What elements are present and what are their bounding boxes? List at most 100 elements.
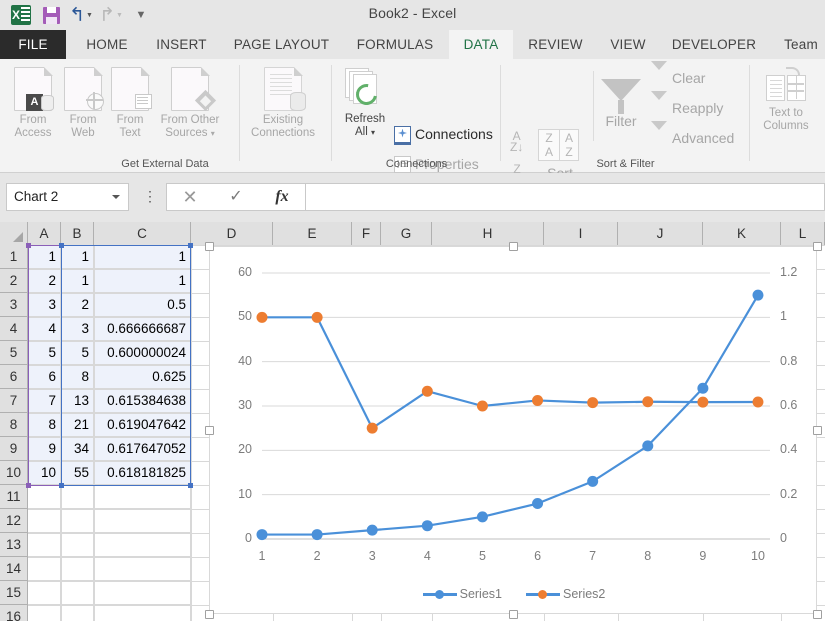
ribbon-tab-home[interactable]: HOME <box>66 30 148 59</box>
cell-A4[interactable]: 4 <box>28 317 61 341</box>
column-header-C[interactable]: C <box>94 222 191 245</box>
cell-C16[interactable] <box>94 605 191 621</box>
row-header-11[interactable]: 11 <box>0 485 28 509</box>
filter-button[interactable]: Filter <box>597 71 645 128</box>
ribbon-tab-file[interactable]: FILE <box>0 30 66 59</box>
row-header-15[interactable]: 15 <box>0 581 28 605</box>
row-header-7[interactable]: 7 <box>0 389 28 413</box>
ribbon-tab-data[interactable]: DATA <box>449 30 513 59</box>
row-header-13[interactable]: 13 <box>0 533 28 557</box>
cell-B9[interactable]: 34 <box>61 437 94 461</box>
from-other-sources-button[interactable]: From Other Sources ▾ <box>144 66 236 140</box>
chart-resize-handle[interactable] <box>813 242 822 251</box>
row-header-4[interactable]: 4 <box>0 317 28 341</box>
cell-C10[interactable]: 0.618181825 <box>94 461 191 485</box>
legend-item[interactable]: Series2 <box>526 587 605 601</box>
chart-resize-handle[interactable] <box>205 426 214 435</box>
cell-C5[interactable]: 0.600000024 <box>94 341 191 365</box>
cell-C2[interactable]: 1 <box>94 269 191 293</box>
column-header-I[interactable]: I <box>544 222 618 245</box>
column-header-A[interactable]: A <box>28 222 61 245</box>
text-to-columns-button[interactable]: Text to Columns <box>752 67 820 133</box>
cell-A8[interactable]: 8 <box>28 413 61 437</box>
cell-C4[interactable]: 0.666666687 <box>94 317 191 341</box>
row-header-1[interactable]: 1 <box>0 245 28 269</box>
row-header-14[interactable]: 14 <box>0 557 28 581</box>
column-header-D[interactable]: D <box>191 222 273 245</box>
selection-handle[interactable] <box>26 483 31 488</box>
cell-A15[interactable] <box>28 581 61 605</box>
cell-B16[interactable] <box>61 605 94 621</box>
cell-B2[interactable]: 1 <box>61 269 94 293</box>
chart-resize-handle[interactable] <box>509 242 518 251</box>
column-header-K[interactable]: K <box>703 222 781 245</box>
cell-A14[interactable] <box>28 557 61 581</box>
cell-A12[interactable] <box>28 509 61 533</box>
row-header-8[interactable]: 8 <box>0 413 28 437</box>
cell-A7[interactable]: 7 <box>28 389 61 413</box>
cell-A6[interactable]: 6 <box>28 365 61 389</box>
cell-C9[interactable]: 0.617647052 <box>94 437 191 461</box>
selection-handle[interactable] <box>188 483 193 488</box>
chart-resize-handle[interactable] <box>813 426 822 435</box>
select-all-button[interactable] <box>0 222 28 245</box>
row-header-12[interactable]: 12 <box>0 509 28 533</box>
row-header-3[interactable]: 3 <box>0 293 28 317</box>
cell-B11[interactable] <box>61 485 94 509</box>
chart-resize-handle[interactable] <box>509 610 518 619</box>
cell-C14[interactable] <box>94 557 191 581</box>
cell-B4[interactable]: 3 <box>61 317 94 341</box>
row-header-2[interactable]: 2 <box>0 269 28 293</box>
row-header-10[interactable]: 10 <box>0 461 28 485</box>
cell-B10[interactable]: 55 <box>61 461 94 485</box>
row-header-5[interactable]: 5 <box>0 341 28 365</box>
advanced-button[interactable]: Advanced <box>651 120 734 149</box>
chart-resize-handle[interactable] <box>205 610 214 619</box>
refresh-all-button[interactable]: Refresh All ▾ <box>334 67 396 139</box>
column-header-E[interactable]: E <box>273 222 352 245</box>
cell-C1[interactable]: 1 <box>94 245 191 269</box>
cell-B1[interactable]: 1 <box>61 245 94 269</box>
formula-input[interactable] <box>306 183 825 211</box>
cell-A2[interactable]: 2 <box>28 269 61 293</box>
column-header-H[interactable]: H <box>432 222 544 245</box>
ribbon-tab-insert[interactable]: INSERT <box>148 30 215 59</box>
column-header-J[interactable]: J <box>618 222 703 245</box>
cell-A11[interactable] <box>28 485 61 509</box>
row-header-9[interactable]: 9 <box>0 437 28 461</box>
cell-C7[interactable]: 0.615384638 <box>94 389 191 413</box>
clear-button[interactable]: Clear <box>651 60 705 89</box>
insert-function-icon[interactable]: fx <box>259 184 305 210</box>
cell-A1[interactable]: 1 <box>28 245 61 269</box>
cell-C11[interactable] <box>94 485 191 509</box>
name-box[interactable]: Chart 2 <box>6 183 129 211</box>
chart-resize-handle[interactable] <box>813 610 822 619</box>
sort-a-to-z-button[interactable]: A Z↓ <box>510 130 523 153</box>
cancel-icon[interactable]: ✕ <box>167 184 213 210</box>
cell-A9[interactable]: 9 <box>28 437 61 461</box>
enter-icon[interactable]: ✓ <box>213 184 259 210</box>
selection-handle[interactable] <box>59 483 64 488</box>
cell-C15[interactable] <box>94 581 191 605</box>
chart-object[interactable]: 0 10 20 30 40 50 60 0 0.2 0.4 0.6 0.8 1 1.2 1 2 3 4 5 6 7 8… <box>209 246 817 614</box>
cell-A3[interactable]: 3 <box>28 293 61 317</box>
cell-A10[interactable]: 10 <box>28 461 61 485</box>
connections-button[interactable]: Connections <box>393 123 493 145</box>
cell-C12[interactable] <box>94 509 191 533</box>
cell-B13[interactable] <box>61 533 94 557</box>
ribbon-tab-page-layout[interactable]: PAGE LAYOUT <box>215 30 348 59</box>
cell-C6[interactable]: 0.625 <box>94 365 191 389</box>
ribbon-tab-team[interactable]: Team <box>777 30 825 59</box>
cell-B3[interactable]: 2 <box>61 293 94 317</box>
column-header-B[interactable]: B <box>61 222 94 245</box>
column-header-F[interactable]: F <box>352 222 381 245</box>
ribbon-tab-developer[interactable]: DEVELOPER <box>660 30 768 59</box>
cell-A16[interactable] <box>28 605 61 621</box>
selection-handle[interactable] <box>26 243 31 248</box>
ribbon-tab-formulas[interactable]: FORMULAS <box>348 30 442 59</box>
legend-item[interactable]: Series1 <box>422 587 502 601</box>
reapply-button[interactable]: Reapply <box>651 90 723 119</box>
row-header-6[interactable]: 6 <box>0 365 28 389</box>
cell-A13[interactable] <box>28 533 61 557</box>
cell-B12[interactable] <box>61 509 94 533</box>
